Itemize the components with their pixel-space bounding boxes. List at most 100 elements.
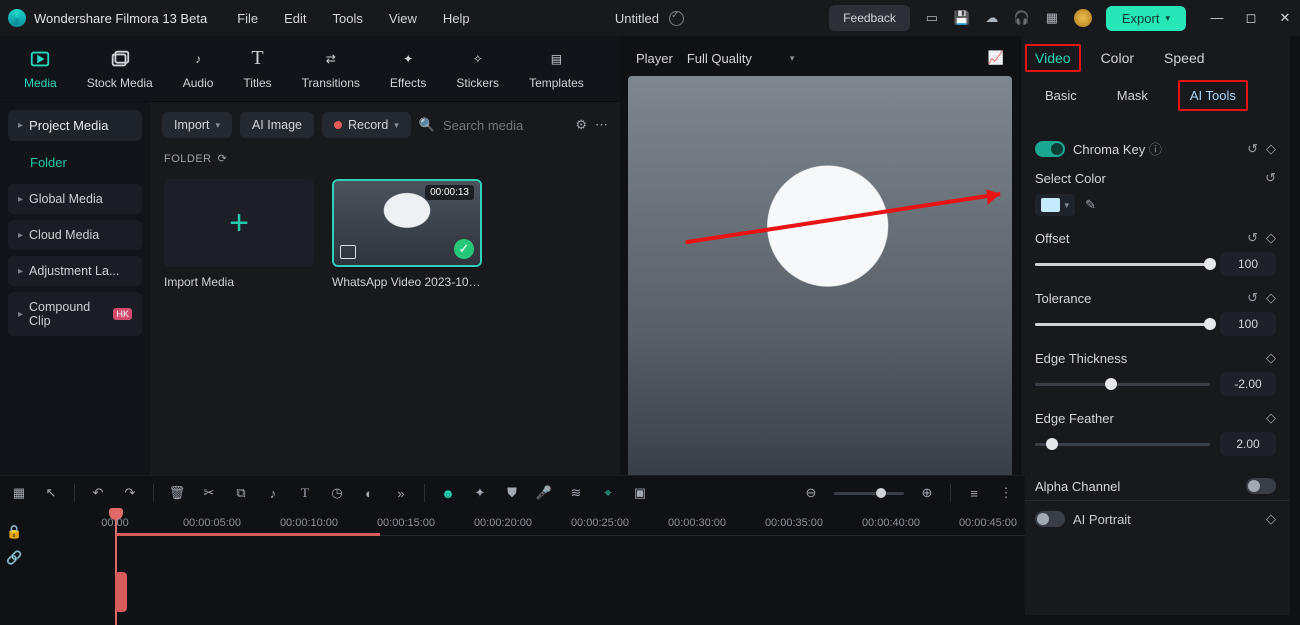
edge-feather-value[interactable]: 2.00 — [1220, 432, 1276, 456]
save-icon[interactable]: 💾 — [954, 10, 970, 26]
feedback-button[interactable]: Feedback — [829, 5, 910, 31]
edge-thickness-value[interactable]: -2.00 — [1220, 372, 1276, 396]
select-color-reset-icon[interactable]: ↺ — [1265, 170, 1276, 186]
snapshot-icon[interactable]: 📈 — [988, 50, 1004, 66]
tab-effects[interactable]: ✦Effects — [390, 48, 426, 90]
inspector-tab-color[interactable]: Color — [1101, 50, 1134, 66]
tl-marker-icon[interactable]: ▣ — [631, 484, 649, 502]
import-dropdown[interactable]: Import▾ — [162, 112, 232, 138]
menu-file[interactable]: File — [237, 11, 258, 26]
window-maximize-button[interactable]: ◻ — [1244, 10, 1258, 26]
sidebar-global-media[interactable]: ▸Global Media — [8, 184, 142, 214]
inspector-tab-video[interactable]: Video — [1025, 44, 1081, 72]
tl-zoom-in-icon[interactable]: ⊕ — [918, 484, 936, 502]
more-icon[interactable]: ⋯ — [595, 117, 608, 133]
export-button[interactable]: Export▾ — [1106, 6, 1186, 31]
media-clip-tile[interactable]: 00:00:13 ✓ WhatsApp Video 2023-10-05... — [332, 179, 482, 289]
tl-grid-icon[interactable]: ▦ — [10, 484, 28, 502]
offset-keyframe-icon[interactable]: ◇ — [1266, 230, 1276, 246]
tab-titles[interactable]: TTitles — [243, 48, 271, 90]
refresh-icon[interactable]: ⟳ — [218, 152, 228, 165]
tl-zoom-out-icon[interactable]: ⊖ — [802, 484, 820, 502]
edge-feather-slider[interactable] — [1035, 443, 1210, 446]
tl-crop-icon[interactable]: ⧉ — [232, 484, 250, 502]
tl-speed-icon[interactable]: ◷ — [328, 484, 346, 502]
tl-shield-icon[interactable]: ⛊ — [503, 484, 521, 502]
quality-dropdown[interactable]: Full Quality▾ — [687, 51, 795, 66]
sidebar-project-media[interactable]: ▸Project Media — [8, 110, 142, 141]
tl-music-icon[interactable]: ♪ — [264, 484, 282, 502]
sidebar-cloud-media[interactable]: ▸Cloud Media — [8, 220, 142, 250]
apps-icon[interactable]: ▦ — [1044, 10, 1060, 26]
tl-undo-icon[interactable]: ↶ — [89, 484, 107, 502]
tab-audio[interactable]: ♪Audio — [183, 48, 214, 90]
edge-feather-keyframe-icon[interactable]: ◇ — [1266, 410, 1276, 426]
tab-transitions[interactable]: ⇄Transitions — [302, 48, 360, 90]
tl-delete-icon[interactable]: 🗑 — [168, 484, 186, 502]
timeline-ruler[interactable]: 00:0000:00:05:0000:00:10:0000:00:15:0000… — [115, 510, 1025, 536]
offset-value[interactable]: 100 — [1220, 252, 1276, 276]
chroma-keyframe-icon[interactable]: ◇ — [1266, 141, 1276, 157]
tl-more-icon[interactable]: » — [392, 484, 410, 502]
tl-magnet-icon[interactable]: ⌖ — [599, 484, 617, 502]
menu-view[interactable]: View — [389, 11, 417, 26]
account-avatar-icon[interactable] — [1074, 9, 1092, 27]
search-input[interactable] — [443, 118, 563, 133]
tl-select-tool-icon[interactable]: ↖ — [42, 484, 60, 502]
menu-tools[interactable]: Tools — [333, 11, 363, 26]
color-swatch-dropdown[interactable]: ▾ — [1035, 194, 1075, 216]
sidebar-compound-clip[interactable]: ▸Compound ClipHK — [8, 292, 142, 336]
tl-redo-icon[interactable]: ↷ — [121, 484, 139, 502]
tl-color-icon[interactable]: ◐ — [360, 484, 378, 502]
tolerance-reset-icon[interactable]: ↺ — [1247, 290, 1258, 306]
tl-sparkle-icon[interactable]: ✦ — [471, 484, 489, 502]
import-media-tile[interactable]: + Import Media — [164, 179, 314, 289]
subtab-basic[interactable]: Basic — [1035, 82, 1087, 109]
tolerance-value[interactable]: 100 — [1220, 312, 1276, 336]
tl-zoom-slider[interactable] — [834, 492, 904, 495]
chroma-key-toggle[interactable] — [1035, 141, 1065, 157]
timeline-clip[interactable] — [115, 572, 127, 612]
tolerance-slider[interactable] — [1035, 323, 1210, 326]
ai-portrait-toggle[interactable] — [1035, 511, 1065, 527]
subtab-mask[interactable]: Mask — [1107, 82, 1158, 109]
monitor-icon[interactable]: ▭ — [924, 10, 940, 26]
tl-cut-icon[interactable]: ✂ — [200, 484, 218, 502]
offset-slider[interactable] — [1035, 263, 1210, 266]
tab-stock-media[interactable]: Stock Media — [87, 48, 153, 90]
alpha-channel-toggle[interactable] — [1246, 478, 1276, 494]
tl-eq-icon[interactable]: ≋ — [567, 484, 585, 502]
tl-settings-icon[interactable]: ⋮ — [997, 484, 1015, 502]
tolerance-keyframe-icon[interactable]: ◇ — [1266, 290, 1276, 306]
track-link-icon[interactable]: 🔗 — [6, 550, 22, 566]
eyedropper-icon[interactable]: ✎ — [1085, 197, 1096, 213]
menu-help[interactable]: Help — [443, 11, 470, 26]
sidebar-adjustment-layer[interactable]: ▸Adjustment La... — [8, 256, 142, 286]
menu-edit[interactable]: Edit — [284, 11, 306, 26]
filter-icon[interactable]: ⚙ — [575, 117, 587, 133]
window-close-button[interactable]: ✕ — [1278, 10, 1292, 26]
help-icon[interactable]: ⓘ — [1149, 142, 1162, 157]
sidebar-folder[interactable]: Folder — [8, 147, 142, 178]
tl-mic-icon[interactable]: 🎤 — [535, 484, 553, 502]
window-minimize-button[interactable]: — — [1210, 10, 1224, 26]
track-lock-icon[interactable]: 🔒 — [6, 524, 22, 540]
inspector-tab-speed[interactable]: Speed — [1164, 50, 1204, 66]
tl-text-icon[interactable]: T — [296, 484, 314, 502]
tab-templates[interactable]: ▤Templates — [529, 48, 584, 90]
headphones-icon[interactable]: 🎧 — [1014, 10, 1030, 26]
subtab-ai-tools[interactable]: AI Tools — [1178, 80, 1248, 111]
edge-thickness-keyframe-icon[interactable]: ◇ — [1266, 350, 1276, 366]
cloud-icon[interactable]: ☁ — [984, 10, 1000, 26]
tab-media[interactable]: Media — [24, 48, 57, 90]
record-dropdown[interactable]: Record▾ — [322, 112, 411, 138]
tab-stickers[interactable]: ✧Stickers — [456, 48, 499, 90]
ai-portrait-keyframe-icon[interactable]: ◇ — [1266, 511, 1276, 527]
offset-reset-icon[interactable]: ↺ — [1247, 230, 1258, 246]
tl-list-view-icon[interactable]: ≡ — [965, 484, 983, 502]
edge-thickness-slider[interactable] — [1035, 383, 1210, 386]
ai-image-button[interactable]: AI Image — [240, 112, 314, 138]
tl-ai-icon[interactable]: ☻ — [439, 484, 457, 502]
chroma-reset-icon[interactable]: ↺ — [1247, 141, 1258, 157]
player-label: Player — [636, 51, 673, 66]
